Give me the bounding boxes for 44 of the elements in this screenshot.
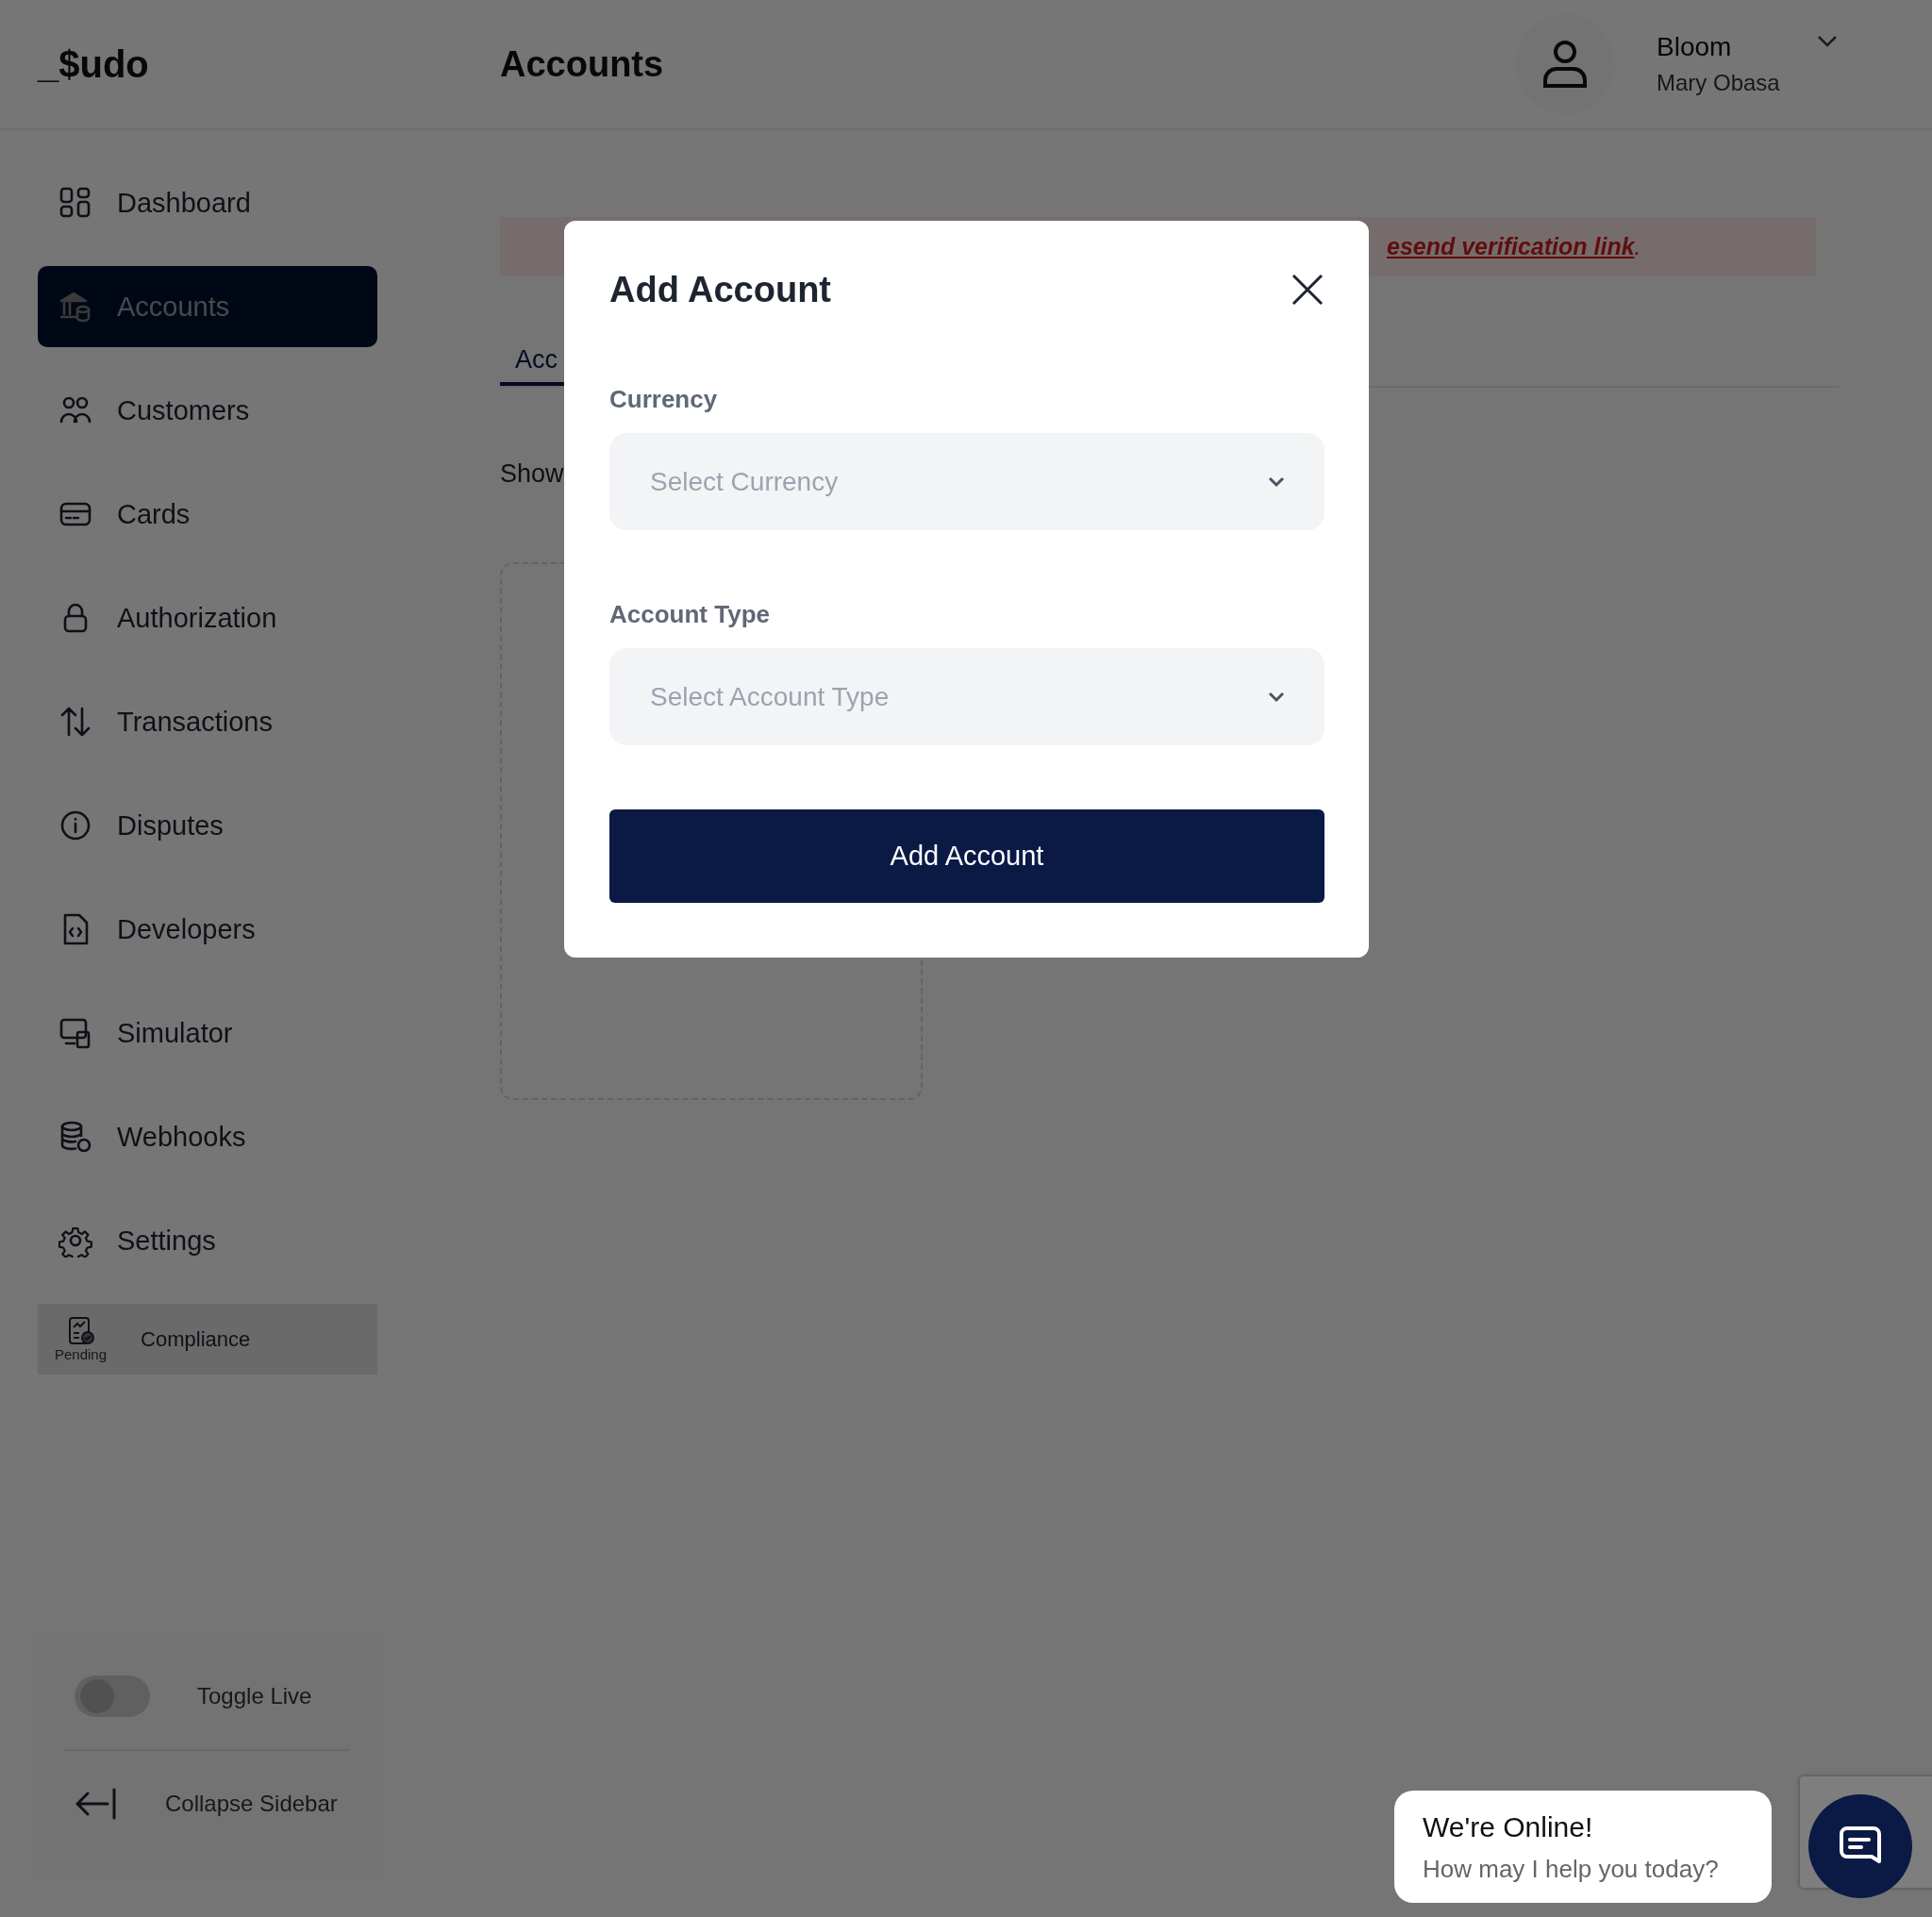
select-field[interactable]: Select Currency	[609, 433, 1324, 530]
sidebar-item[interactable]: Webhooks	[38, 1096, 377, 1177]
sidebar-item[interactable]: Transactions	[38, 681, 377, 762]
select-field[interactable]: Select Account Type	[609, 648, 1324, 745]
arrows-icon	[58, 705, 92, 739]
chat-title: We're Online!	[1423, 1811, 1594, 1843]
dashboard-grid-icon	[58, 186, 92, 220]
sidebar-item[interactable]: Settings	[38, 1200, 377, 1281]
user-name: Mary Obasa	[1657, 70, 1781, 96]
sidebar-item[interactable]: Cards	[38, 474, 377, 555]
compliance-item[interactable]: Pending Compliance	[38, 1304, 377, 1375]
chat-subtitle: How may I help you today?	[1423, 1855, 1720, 1884]
resend-link[interactable]: esend verification link	[1387, 232, 1635, 259]
modal-title: Add Account	[609, 269, 831, 310]
close-icon[interactable]	[1291, 273, 1324, 307]
sidebar-item[interactable]: Authorization	[38, 577, 377, 658]
collapse-arrow-icon[interactable]	[75, 1788, 118, 1820]
sidebar-item[interactable]: Disputes	[38, 785, 377, 866]
chevron-down-icon[interactable]	[1817, 35, 1838, 48]
page-title: Accounts	[500, 43, 665, 85]
info-icon	[58, 808, 92, 842]
show-label: Show	[500, 459, 564, 489]
sidebar-item[interactable]: Accounts	[38, 266, 377, 347]
toggle-label: Toggle Live	[197, 1683, 312, 1709]
bank-icon	[58, 290, 92, 324]
sidebar-item[interactable]: Simulator	[38, 992, 377, 1074]
database-icon	[58, 1120, 92, 1154]
alert-text: esend verification link.	[1387, 232, 1641, 260]
sidebar-item[interactable]: Customers	[38, 370, 377, 451]
field-label: Account Type	[609, 600, 771, 629]
chevron-down-icon	[1268, 475, 1285, 488]
collapse-sidebar-link[interactable]: Collapse Sidebar	[165, 1791, 338, 1817]
chevron-down-icon	[1268, 691, 1285, 703]
sidebar-item[interactable]: Dashboard	[38, 162, 377, 243]
sidebar-item[interactable]: Developers	[38, 889, 377, 970]
devices-icon	[58, 1016, 92, 1050]
logo: _$udo	[38, 42, 150, 86]
status-text: Pending	[55, 1346, 108, 1362]
add-account-button[interactable]: Add Account	[609, 809, 1324, 903]
business-name: Bloom	[1657, 32, 1733, 62]
report-icon	[66, 1316, 95, 1346]
toggle-switch[interactable]	[75, 1675, 150, 1717]
field-label: Currency	[609, 385, 719, 414]
compliance-label: Compliance	[141, 1326, 251, 1352]
